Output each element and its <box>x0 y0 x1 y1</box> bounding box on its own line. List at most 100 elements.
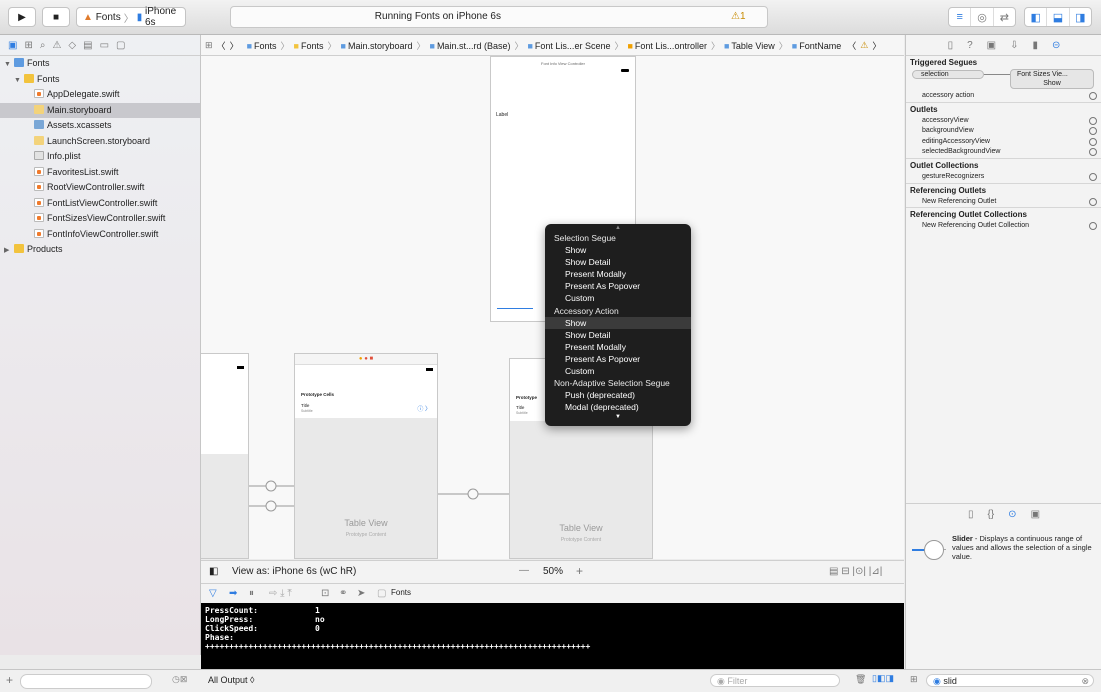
outlet-collection-row[interactable]: gestureRecognizers <box>906 172 1101 183</box>
accessory-action-row[interactable]: accessory action <box>906 91 1101 102</box>
symbol-navigator-icon[interactable]: ⊞ <box>24 40 32 51</box>
breadcrumb-item[interactable]: FontName <box>799 41 841 51</box>
warning-indicator[interactable]: ⚠1 <box>731 11 746 22</box>
console-output[interactable]: PressCount: 1 LongPress: no ClickSpeed: 0 Phas… <box>201 603 904 669</box>
related-items-icon[interactable]: ⊞ <box>205 40 213 51</box>
breadcrumb-item[interactable]: Fonts <box>301 41 324 51</box>
project-navigator-icon[interactable]: ▣ <box>8 40 17 51</box>
back-arrow-icon[interactable]: 〈 <box>217 39 226 52</box>
library-grid-icon[interactable]: ⊞ <box>910 674 918 685</box>
menu-item[interactable]: Present Modally <box>545 268 691 280</box>
menu-item[interactable]: Show <box>545 244 691 256</box>
outlet-row[interactable]: selectedBackgroundView <box>906 147 1101 158</box>
navigator-item[interactable]: FontSizesViewController.swift <box>0 211 200 227</box>
connection-circle-icon[interactable] <box>1089 148 1097 157</box>
breadcrumb-item[interactable]: Main.storyboard <box>348 41 413 51</box>
console-split-icons[interactable]: ▯◧◨ <box>872 673 894 684</box>
disclosure-triangle-icon[interactable]: ▼ <box>4 57 14 73</box>
menu-item[interactable]: Modal (deprecated) <box>545 401 691 413</box>
segue-destination-box[interactable]: Font Sizes Vie... Show <box>1010 69 1094 89</box>
outlet-row[interactable]: accessoryView <box>906 116 1101 127</box>
view-as-label[interactable]: View as: iPhone 6s (wC hR) <box>232 566 356 577</box>
zoom-out-icon[interactable]: — <box>519 565 529 576</box>
menu-item[interactable]: Present As Popover <box>545 280 691 292</box>
stop-button[interactable]: ■ <box>42 7 70 27</box>
menu-item[interactable]: Custom <box>545 292 691 304</box>
breadcrumb-item[interactable]: Font Lis...er Scene <box>535 41 611 51</box>
identity-inspector-icon[interactable]: ▣ <box>987 40 996 51</box>
clear-search-icon[interactable]: ⊗ <box>1081 675 1089 687</box>
panel-toggle-control[interactable]: ◧ ⬓ ◨ <box>1024 7 1092 27</box>
layout-tools-icon[interactable]: ▤ ⊟ |⊙| |⊿| <box>829 566 882 577</box>
connection-circle-icon[interactable] <box>1089 197 1097 206</box>
media-library-icon[interactable]: ▣ <box>1031 509 1040 520</box>
navigator-filter-field[interactable] <box>20 674 152 689</box>
document-outline-toggle-icon[interactable]: ◧ <box>209 566 218 577</box>
breadcrumb-item[interactable]: Font Lis...ontroller <box>635 41 707 51</box>
disclosure-triangle-icon[interactable]: ▼ <box>14 73 24 89</box>
trash-icon[interactable]: 🗑 <box>855 674 866 685</box>
segue-popup-menu[interactable]: ▲ Selection Segue Show Show Detail Present … <box>545 224 691 426</box>
location-icon[interactable]: ➤ <box>357 588 365 599</box>
navigator-toggle-icon[interactable]: ◧ <box>1025 8 1048 26</box>
add-file-icon[interactable]: + <box>6 673 13 687</box>
connections-inspector-icon[interactable]: ⊝ <box>1052 40 1060 51</box>
navigator-item[interactable]: RootViewController.swift <box>0 180 200 196</box>
step-icons[interactable]: ⇨ ⤓ ⤒ <box>269 588 292 599</box>
issue-navigator-icon[interactable]: ⚠ <box>52 40 61 51</box>
code-snippet-library-icon[interactable]: {} <box>987 509 994 520</box>
menu-item[interactable]: Show Detail <box>545 329 691 341</box>
recent-files-icon[interactable]: ◷⊠ <box>172 674 187 685</box>
scheme-selector[interactable]: ▲ Fonts 〉 ▮ iPhone 6s <box>76 6 186 28</box>
outlet-row[interactable]: backgroundView <box>906 126 1101 137</box>
navigator-item[interactable]: ▶ Products <box>0 242 200 258</box>
connection-circle-icon[interactable] <box>1089 137 1097 146</box>
connection-circle-icon[interactable] <box>1089 172 1097 181</box>
breadcrumb-item[interactable]: Table View <box>731 41 774 51</box>
editor-mode-control[interactable]: ≡ ◎ ⇄ <box>948 7 1016 27</box>
navigator-item[interactable]: ▼ Fonts <box>0 56 200 72</box>
menu-item[interactable]: Present As Popover <box>545 353 691 365</box>
size-inspector-icon[interactable]: ▮ <box>1033 40 1039 51</box>
selection-segue-row[interactable]: selection Font Sizes Vie... Show <box>906 69 1101 91</box>
connection-circle-icon[interactable] <box>1089 92 1097 100</box>
view-debugger-icon[interactable]: ⊡ <box>321 588 329 599</box>
navigator-item[interactable]: FontInfoViewController.swift <box>0 227 200 243</box>
navigator-item[interactable]: Info.plist <box>0 149 200 165</box>
navigator-item[interactable]: FavoritesList.swift <box>0 165 200 181</box>
breakpoint-navigator-icon[interactable]: ▭ <box>100 40 109 51</box>
referencing-collection-row[interactable]: New Referencing Outlet Collection <box>906 221 1101 232</box>
slider-icon[interactable] <box>912 538 948 562</box>
object-library-icon[interactable]: ⊙ <box>1008 509 1016 520</box>
find-navigator-icon[interactable]: ⌕ <box>40 40 46 51</box>
library-search-field[interactable]: ◉ slid ⊗ <box>926 674 1094 687</box>
navigator-item[interactable]: LaunchScreen.storyboard <box>0 134 200 150</box>
attributes-inspector-icon[interactable]: ⇩ <box>1010 40 1018 51</box>
issue-back-icon[interactable]: 〈 <box>847 39 856 52</box>
forward-arrow-icon[interactable]: 〉 <box>230 39 239 52</box>
pause-icon[interactable]: ⏸ <box>249 588 254 599</box>
hide-debug-area-icon[interactable]: ▽ <box>209 588 217 599</box>
library-item-slider[interactable]: Slider - Displays a continuous range of … <box>952 534 1096 561</box>
connection-circle-icon[interactable] <box>1089 127 1097 136</box>
file-template-library-icon[interactable]: ▯ <box>968 509 974 520</box>
breakpoints-toggle-icon[interactable]: ➡ <box>229 588 237 599</box>
menu-item[interactable]: Custom <box>545 365 691 377</box>
issue-warning-icon[interactable]: ⚠ <box>860 40 868 51</box>
debug-toggle-icon[interactable]: ⬓ <box>1047 8 1070 26</box>
navigator-item[interactable]: Assets.xcassets <box>0 118 200 134</box>
navigator-item[interactable]: AppDelegate.swift <box>0 87 200 103</box>
standard-editor-icon[interactable]: ≡ <box>949 8 972 26</box>
referencing-outlet-row[interactable]: New Referencing Outlet <box>906 197 1101 208</box>
help-inspector-icon[interactable]: ? <box>967 40 973 51</box>
menu-item[interactable]: Present Modally <box>545 341 691 353</box>
version-editor-icon[interactable]: ⇄ <box>994 8 1015 26</box>
navigator-item[interactable]: Main.storyboard <box>0 102 200 118</box>
menu-item[interactable]: Show <box>545 316 691 329</box>
navigator-item[interactable]: ▼ Fonts <box>0 72 200 88</box>
file-inspector-icon[interactable]: ▯ <box>948 40 954 51</box>
debug-navigator-icon[interactable]: ▤ <box>83 40 92 51</box>
menu-item[interactable]: Push (deprecated) <box>545 389 691 401</box>
outlet-row[interactable]: editingAccessoryView <box>906 137 1101 148</box>
console-filter-field[interactable]: ◉ Filter <box>710 674 840 687</box>
